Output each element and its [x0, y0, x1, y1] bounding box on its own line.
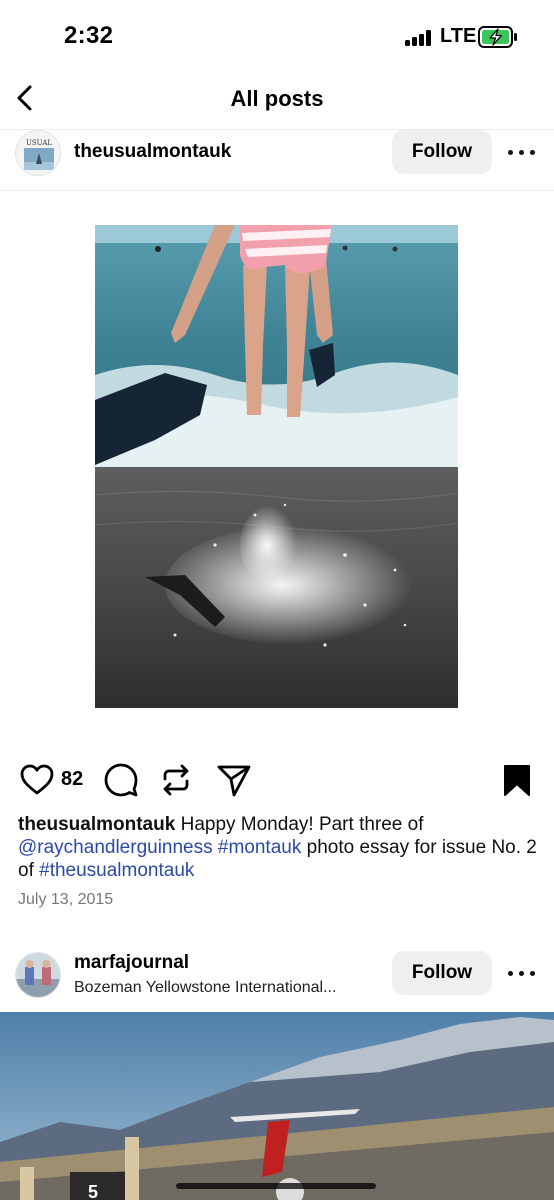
more-options-icon[interactable]: [504, 959, 540, 989]
more-options-icon[interactable]: [504, 138, 540, 168]
post-username[interactable]: marfajournal: [74, 952, 189, 974]
post-actions: 82: [0, 758, 554, 802]
cellular-signal-icon: [405, 30, 435, 46]
caption-text: Happy Monday! Part three of: [175, 814, 424, 835]
nav-bar: All posts: [0, 74, 554, 124]
hashtag-link[interactable]: #theusualmontauk: [39, 860, 194, 881]
avatar[interactable]: [15, 952, 61, 998]
heart-icon[interactable]: [19, 762, 55, 798]
divider: [0, 190, 554, 191]
status-time: 2:32: [64, 22, 114, 49]
post-username[interactable]: theusualmontauk: [74, 141, 231, 163]
post-photo[interactable]: [95, 225, 458, 708]
comment-icon[interactable]: [103, 762, 139, 798]
carrier-label: LTE: [440, 25, 477, 47]
post-photo[interactable]: 5: [0, 1012, 554, 1200]
share-icon[interactable]: [216, 762, 252, 798]
like-count[interactable]: 82: [61, 768, 83, 791]
caption-username[interactable]: theusualmontauk: [18, 814, 175, 835]
avatar[interactable]: USUAL: [15, 130, 61, 176]
repost-icon[interactable]: [158, 762, 194, 798]
battery-charging-icon: [478, 26, 517, 48]
bookmark-filled-icon[interactable]: [499, 762, 535, 798]
hashtag-link[interactable]: #montauk: [218, 837, 301, 858]
follow-button[interactable]: Follow: [392, 130, 492, 174]
follow-button[interactable]: Follow: [392, 951, 492, 995]
mention-link[interactable]: @raychandlerguinness: [18, 837, 213, 858]
post-location[interactable]: Bozeman Yellowstone International...: [74, 979, 336, 997]
page-title: All posts: [230, 86, 324, 111]
post-header: marfajournal Bozeman Yellowstone Interna…: [0, 951, 554, 1011]
post-caption: theusualmontauk Happy Monday! Part three…: [18, 813, 538, 882]
home-indicator: [176, 1183, 376, 1189]
svg-text:5: 5: [88, 1182, 98, 1200]
post-date: July 13, 2015: [18, 891, 114, 908]
post-header: USUAL theusualmontauk Follow: [0, 130, 554, 190]
svg-text:USUAL: USUAL: [26, 139, 52, 147]
status-bar: 2:32 LTE: [0, 0, 554, 74]
